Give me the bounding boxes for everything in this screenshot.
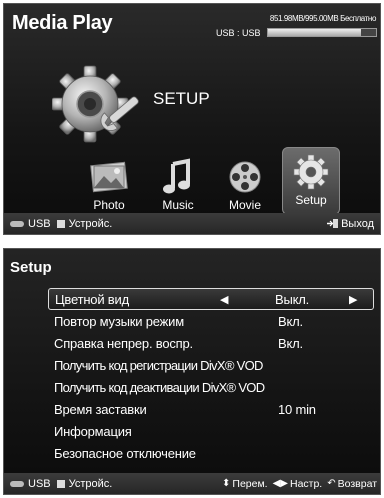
media-play-title: Media Play	[12, 12, 113, 34]
setting-divx-deactivation[interactable]: Получить код деактивации DivX® VOD	[48, 376, 374, 398]
setting-value: Вкл.	[278, 335, 303, 351]
setting-label: Повтор музыки режим	[54, 313, 184, 329]
usb-icon	[10, 220, 24, 227]
storage-bar	[267, 28, 377, 37]
usb-key-label: USB	[28, 477, 51, 490]
usb-key-label: USB	[28, 217, 51, 230]
device-key[interactable]: Устройс.	[56, 477, 113, 490]
media-play-footer: USB Устройс. Выход	[4, 213, 380, 234]
setting-label: Получить код регистрации DivX® VOD	[54, 357, 263, 373]
category-photo[interactable]: Photo	[80, 152, 138, 212]
setting-label: Информация	[54, 423, 132, 439]
arrow-right-icon[interactable]: ▶	[349, 293, 357, 306]
move-label: Перем.	[232, 477, 268, 490]
usb-icon	[10, 480, 24, 487]
exit-button[interactable]: Выход	[327, 218, 374, 230]
storage-bar-fill	[268, 29, 361, 36]
move-hint: ⬍ Перем.	[222, 478, 268, 490]
device-key-label: Устройс.	[68, 477, 113, 490]
category-photo-label: Photo	[93, 198, 125, 212]
category-music-label: Music	[162, 198, 194, 212]
media-play-panel: Media Play 851.98MB/995.00MB Бесплатно U…	[3, 3, 381, 235]
setting-label: Справка непрер. воспр.	[54, 335, 193, 351]
device-label: USB : USB	[216, 28, 261, 38]
setting-value: 10 min	[278, 401, 316, 417]
adjust-label: Настр.	[289, 477, 323, 490]
storage-info: 851.98MB/995.00MB Бесплатно	[269, 14, 376, 23]
adjust-hint: ◀▶ Настр.	[273, 478, 323, 490]
setting-information[interactable]: Информация	[48, 420, 374, 442]
setting-label: Получить код деактивации DivX® VOD	[54, 379, 265, 395]
setting-label: Время заставки	[54, 401, 147, 417]
exit-icon	[327, 219, 339, 228]
return-button[interactable]: ↶ Возврат	[327, 478, 377, 490]
category-setup-label: Setup	[295, 193, 327, 207]
usb-key[interactable]: USB	[10, 218, 51, 230]
return-arrow-icon: ↶	[327, 478, 336, 489]
usb-key[interactable]: USB	[10, 478, 51, 490]
setup-panel: Setup Цветной вид ◀ Выкл. ▶ Повтор музык…	[3, 248, 381, 495]
current-category-label: SETUP	[153, 89, 210, 108]
setting-value: Выкл.	[275, 291, 310, 307]
up-down-icon: ⬍	[222, 478, 231, 489]
music-note-icon	[163, 158, 190, 194]
setting-value: Вкл.	[278, 313, 303, 329]
setting-music-repeat[interactable]: Повтор музыки режим Вкл.	[48, 310, 374, 332]
setup-gear-wrench-icon	[52, 65, 139, 143]
setup-menu: Цветной вид ◀ Выкл. ▶ Повтор музыки режи…	[48, 288, 374, 464]
gear-icon	[293, 154, 329, 190]
setting-label: Цветной вид	[55, 291, 129, 307]
square-icon	[56, 219, 65, 228]
film-reel-icon	[229, 161, 261, 193]
setting-safe-remove[interactable]: Безопасное отключение	[48, 442, 374, 464]
left-right-icon: ◀▶	[272, 478, 288, 489]
setting-divx-registration[interactable]: Получить код регистрации DivX® VOD	[48, 354, 374, 376]
category-movie-label: Movie	[228, 198, 261, 212]
setting-label: Безопасное отключение	[54, 445, 196, 461]
exit-label: Выход	[341, 217, 374, 230]
setting-continuous-play-help[interactable]: Справка непрер. воспр. Вкл.	[48, 332, 374, 354]
setup-footer: USB Устройс. ⬍ Перем. ◀▶ Настр. ↶ Возвра…	[4, 473, 380, 494]
device-key[interactable]: Устройс.	[56, 217, 113, 230]
photo-icon	[90, 161, 128, 193]
setting-screensaver-time[interactable]: Время заставки 10 min	[48, 398, 374, 420]
arrow-left-icon[interactable]: ◀	[220, 293, 228, 306]
setting-color-view[interactable]: Цветной вид ◀ Выкл. ▶	[48, 288, 374, 310]
setup-title: Setup	[10, 259, 52, 276]
category-movie[interactable]: Movie	[216, 152, 274, 212]
category-setup[interactable]: Setup	[282, 147, 340, 215]
return-label: Возврат	[337, 477, 377, 490]
square-icon	[56, 479, 65, 488]
device-key-label: Устройс.	[68, 217, 113, 230]
category-music[interactable]: Music	[149, 152, 207, 212]
